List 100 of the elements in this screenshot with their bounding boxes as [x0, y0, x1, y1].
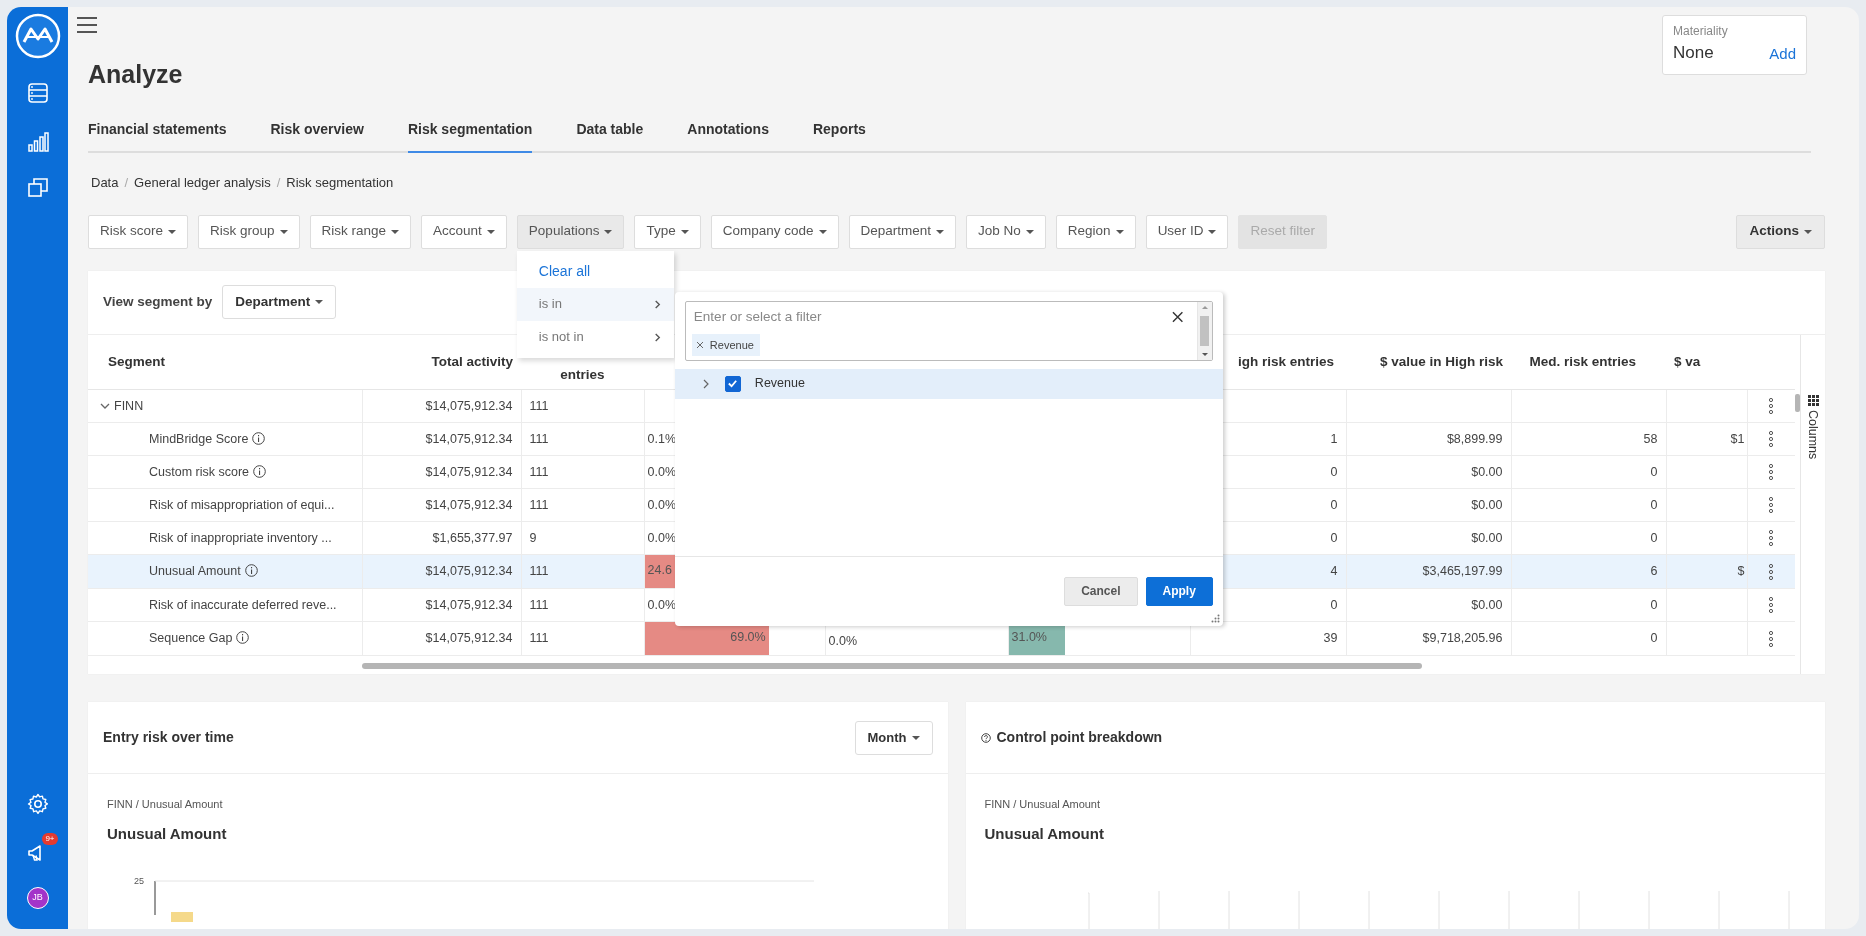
settings-icon[interactable] — [25, 792, 50, 817]
filter-tag[interactable]: Revenue — [691, 333, 760, 356]
windows-icon[interactable] — [25, 175, 50, 199]
table-cell: $0.00 — [1346, 455, 1511, 489]
column-header[interactable]: Total activity — [431, 353, 513, 369]
remove-icon[interactable] — [695, 340, 704, 349]
filter-dropdown[interactable]: Company code — [710, 214, 839, 249]
column-header[interactable]: Med. risk entries — [1529, 353, 1636, 369]
table-cell: $0.00 — [1346, 488, 1511, 522]
user-avatar[interactable]: JB — [26, 887, 49, 909]
page-title: Analyze — [88, 59, 183, 90]
filter-dropdown[interactable]: User ID — [1145, 214, 1229, 249]
actions-dropdown[interactable]: Actions — [1736, 214, 1825, 249]
segment-label: FINN — [114, 398, 144, 413]
filter-dropdown[interactable]: Type — [634, 214, 701, 249]
segment-dropdown[interactable]: Department — [222, 285, 337, 319]
vertical-scrollbar[interactable] — [1795, 393, 1800, 412]
info-icon[interactable] — [252, 431, 266, 445]
materiality-label: Materiality — [1673, 23, 1729, 40]
table-cell: 6 — [1511, 554, 1666, 589]
axis-tick-label: 25 — [134, 875, 145, 888]
help-icon[interactable] — [980, 732, 991, 743]
period-dropdown[interactable]: Month — [854, 720, 933, 755]
column-header[interactable]: Segment — [108, 353, 165, 369]
materiality-value: None — [1673, 42, 1714, 64]
more-options-icon[interactable] — [1769, 597, 1774, 614]
table-cell: $14,075,912.34 — [362, 588, 521, 622]
more-options-icon[interactable] — [1769, 431, 1774, 448]
more-options-icon[interactable] — [1769, 398, 1774, 415]
segment-cell[interactable]: MindBridge Score — [88, 422, 362, 456]
tab[interactable]: Data table — [576, 107, 644, 153]
horizontal-scrollbar[interactable] — [362, 663, 1422, 669]
breadcrumb-separator: / — [124, 174, 129, 192]
table-cell: 58 — [1511, 422, 1666, 456]
segment-cell[interactable]: Risk of misappropriation of equi... — [88, 488, 362, 522]
tab[interactable]: Financial statements — [88, 107, 227, 153]
cancel-button[interactable]: Cancel — [1064, 576, 1138, 606]
breadcrumb-link[interactable]: General ledger analysis — [134, 173, 271, 193]
table-cell: $3,465,197.99 — [1346, 554, 1511, 589]
segment-label: Custom risk score — [149, 464, 250, 479]
menu-item[interactable]: is not in — [516, 320, 674, 354]
menu-item[interactable]: is in — [516, 287, 674, 321]
chevron-icon — [652, 299, 662, 309]
filter-input-box[interactable]: Enter or select a filter Revenue — [684, 300, 1213, 361]
add-link[interactable]: Add — [1769, 43, 1796, 66]
info-icon[interactable] — [244, 564, 258, 578]
filter-option[interactable]: Revenue — [674, 368, 1223, 399]
apply-button[interactable]: Apply — [1145, 576, 1213, 606]
table-cell: 111 — [521, 488, 644, 522]
filter-dropdown[interactable]: Risk group — [198, 214, 300, 249]
columns-panel-tab[interactable]: Columns — [1800, 334, 1825, 674]
more-options-icon[interactable] — [1769, 530, 1774, 547]
close-icon[interactable] — [1171, 310, 1183, 323]
column-header[interactable]: $ value in High risk — [1379, 351, 1503, 372]
table-cell: 111 — [521, 588, 644, 622]
tab[interactable]: Risk segmentation — [407, 107, 533, 153]
tab[interactable]: Reports — [812, 107, 866, 153]
tab[interactable]: Risk overview — [270, 107, 364, 153]
info-icon[interactable] — [236, 631, 250, 645]
logo-icon[interactable] — [14, 13, 61, 59]
segment-cell[interactable]: FINN — [88, 389, 362, 423]
breadcrumb-link[interactable]: Data — [91, 173, 119, 193]
segment-cell[interactable]: Risk of inappropriate inventory ... — [88, 521, 362, 555]
filter-dropdown[interactable]: Region — [1055, 214, 1136, 249]
resize-grip-icon[interactable] — [1210, 613, 1220, 623]
filter-dropdown[interactable]: Risk range — [309, 214, 412, 249]
segment-cell[interactable]: Custom risk score — [88, 455, 362, 489]
scroll-down-icon[interactable] — [1201, 352, 1208, 357]
column-header[interactable]: $ va — [1674, 353, 1701, 369]
segment-cell[interactable]: Unusual Amount — [88, 554, 362, 589]
table-cell: $14,075,912.34 — [362, 554, 521, 589]
segment-cell[interactable]: Sequence Gap — [88, 621, 362, 656]
database-icon[interactable] — [25, 81, 50, 105]
filter-dropdown[interactable]: Risk score — [88, 214, 188, 249]
breadcrumb-current: Risk segmentation — [286, 174, 394, 192]
card-title: Entry risk over time — [103, 728, 234, 747]
filter-dropdown[interactable]: Department — [848, 214, 957, 249]
checkbox[interactable] — [724, 375, 741, 392]
table-cell: 0 — [1511, 488, 1666, 522]
card-title: Control point breakdown — [996, 728, 1163, 747]
column-header[interactable]: igh risk entries — [1237, 353, 1334, 369]
menu-icon[interactable] — [76, 15, 98, 35]
filter-dropdown[interactable]: Job No — [966, 214, 1046, 249]
table-cell: 111 — [521, 554, 644, 589]
more-options-icon[interactable] — [1769, 464, 1774, 481]
more-options-icon[interactable] — [1769, 563, 1774, 580]
more-options-icon[interactable] — [1769, 497, 1774, 514]
menu-item[interactable]: Clear all — [516, 254, 674, 288]
grid-icon[interactable] — [1807, 394, 1819, 406]
table-cell: $ — [1666, 554, 1747, 589]
filter-dropdown[interactable]: Populations — [516, 214, 625, 249]
segment-cell[interactable]: Risk of inaccurate deferred reve... — [88, 588, 362, 622]
table-cell: $14,075,912.34 — [362, 389, 521, 423]
more-options-icon[interactable] — [1769, 630, 1774, 647]
bar-chart-icon[interactable] — [25, 130, 50, 154]
info-icon[interactable] — [253, 464, 267, 478]
filter-dropdown[interactable]: Account — [421, 214, 507, 249]
chevron-icon — [652, 332, 662, 342]
column-header[interactable]: entries — [560, 366, 605, 382]
tab[interactable]: Annotations — [687, 107, 769, 153]
